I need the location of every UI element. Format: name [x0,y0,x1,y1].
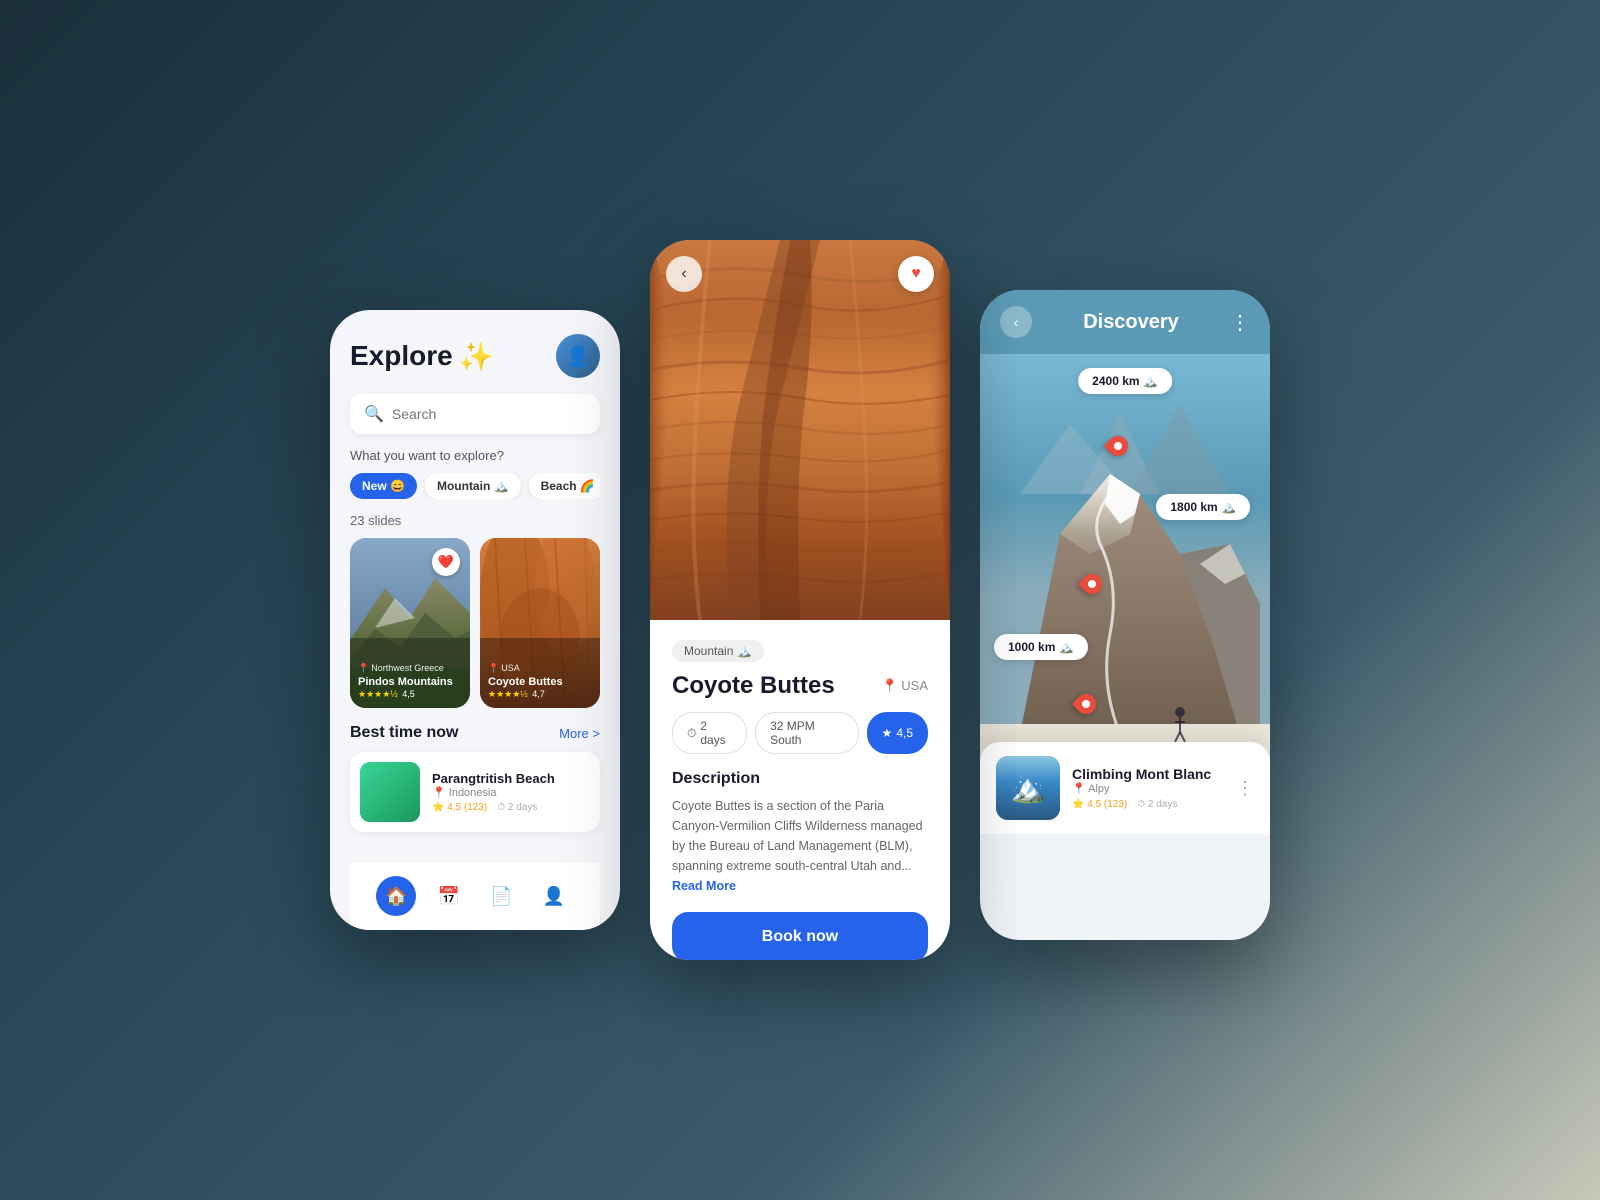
discovery-place-name: Climbing Mont Blanc [1072,766,1224,782]
distance-badge-2400: 2400 km 🏔️ [1078,368,1172,394]
back-button[interactable]: ‹ [666,256,702,292]
pindos-name: Pindos Mountains [358,676,462,689]
beach-rating: ⭐ 4,5 (123) [432,802,487,813]
detail-tags: ⏱ 2 days 32 MPM South ★ 4,5 [672,712,928,754]
filter-new[interactable]: New 😄 [350,473,417,499]
phone-explore: Explore ✨ 👤 🔍 What you want to explore? … [330,310,620,930]
card-info-coyote: 📍USA Coyote Buttes ★★★★½ 4,7 [488,663,592,700]
slides-label: 23 slides [350,513,600,528]
mountain-map: 2400 km 🏔️ 1800 km 🏔️ 1000 km 🏔️ [980,354,1270,834]
distance-badge-1800: 1800 km 🏔️ [1156,494,1250,520]
favorite-button[interactable]: ♥ [898,256,934,292]
destination-country: 📍 USA [881,678,928,694]
tag-direction: 32 MPM South [755,712,858,754]
phones-container: Explore ✨ 👤 🔍 What you want to explore? … [290,200,1310,1000]
category-badge: Mountain 🏔️ [672,640,764,662]
nav-document[interactable]: 📄 [481,876,521,916]
beach-country: 📍 Indonesia [432,786,590,799]
detail-content: Mountain 🏔️ Coyote Buttes 📍 USA ⏱ 2 days… [650,620,950,960]
place-card-pindos[interactable]: ❤️ 📍Northwest Greece Pindos Mountains ★★… [350,538,470,708]
nav-profile[interactable]: 👤 [534,876,574,916]
sparkle-icon: ✨ [459,340,494,373]
avatar[interactable]: 👤 [556,334,600,378]
discovery-info: Climbing Mont Blanc 📍 Alpy ⭐ 4,5 (123) ⏱… [1072,766,1224,810]
explore-header: Explore ✨ 👤 [350,334,600,378]
discovery-back-button[interactable]: ‹ [1000,306,1032,338]
pindos-stars: ★★★★½ 4,5 [358,689,462,700]
distance-badge-1000: 1000 km 🏔️ [994,634,1088,660]
explore-title-text: Explore [350,340,453,372]
coyote-stars: ★★★★½ 4,7 [488,689,592,700]
filter-mountain[interactable]: Mountain 🏔️ [425,473,521,499]
destination-name: Coyote Buttes [672,672,835,700]
beach-thumbnail [360,762,420,822]
beach-name: Parangtritish Beach [432,771,590,786]
discovery-more-dots[interactable]: ⋮ [1230,310,1250,335]
description-title: Description [672,770,928,788]
beach-list-item[interactable]: Parangtritish Beach 📍 Indonesia ⭐ 4,5 (1… [350,752,600,832]
bottom-nav: 🏠 📅 📄 👤 [350,861,600,930]
discovery-title: Discovery [1083,311,1179,334]
discovery-card[interactable]: Climbing Mont Blanc 📍 Alpy ⭐ 4,5 (123) ⏱… [980,742,1270,834]
pindos-location: 📍Northwest Greece [358,663,462,674]
discovery-rating: ⭐ 4,5 (123) [1072,799,1127,810]
phone-detail: ‹ ♥ Mountain 🏔️ Coyote Buttes 📍 USA ⏱ 2 … [650,240,950,960]
discovery-options-dots[interactable]: ⋮ [1236,778,1254,799]
tag-rating: ★ 4,5 [867,712,928,754]
card-heart-pindos[interactable]: ❤️ [432,548,460,576]
filter-tabs: New 😄 Mountain 🏔️ Beach 🌈 Campi… [350,473,600,499]
coyote-name: Coyote Buttes [488,676,592,689]
detail-name-row: Coyote Buttes 📍 USA [672,672,928,700]
beach-info: Parangtritish Beach 📍 Indonesia ⭐ 4,5 (1… [432,771,590,813]
clock-icon: ⏱ [687,726,696,741]
more-link[interactable]: More > [559,726,600,741]
search-icon: 🔍 [364,404,384,424]
canyon-image: ‹ ♥ [650,240,950,620]
search-bar[interactable]: 🔍 [350,394,600,434]
place-cards: ❤️ 📍Northwest Greece Pindos Mountains ★★… [350,538,600,708]
filter-beach[interactable]: Beach 🌈 [529,473,600,499]
discovery-location: 📍 Alpy [1072,782,1224,795]
best-time-header: Best time now More > [350,724,600,742]
card-info-pindos: 📍Northwest Greece Pindos Mountains ★★★★½… [358,663,462,700]
search-input[interactable] [392,406,586,422]
explore-subtitle: What you want to explore? [350,448,600,463]
tag-duration: ⏱ 2 days [672,712,747,754]
discovery-header: ‹ Discovery ⋮ [980,290,1270,354]
nav-home[interactable]: 🏠 [376,876,416,916]
coyote-location: 📍USA [488,663,592,674]
place-card-coyote[interactable]: 📍USA Coyote Buttes ★★★★½ 4,7 [480,538,600,708]
read-more-link[interactable]: Read More [672,879,736,893]
discovery-meta: ⭐ 4,5 (123) ⏱ 2 days [1072,799,1224,810]
star-icon: ★ [882,726,893,740]
beach-duration: ⏱ 2 days [497,802,537,813]
discovery-duration: ⏱ 2 days [1137,799,1177,810]
beach-meta: ⭐ 4,5 (123) ⏱ 2 days [432,802,590,813]
explore-title: Explore ✨ [350,340,494,373]
book-button[interactable]: Book now [672,912,928,960]
mont-blanc-thumbnail [996,756,1060,820]
phone-discovery: ‹ Discovery ⋮ [980,290,1270,940]
nav-calendar[interactable]: 📅 [429,876,469,916]
description-text: Coyote Buttes is a section of the Paria … [672,796,928,896]
best-time-title: Best time now [350,724,458,742]
